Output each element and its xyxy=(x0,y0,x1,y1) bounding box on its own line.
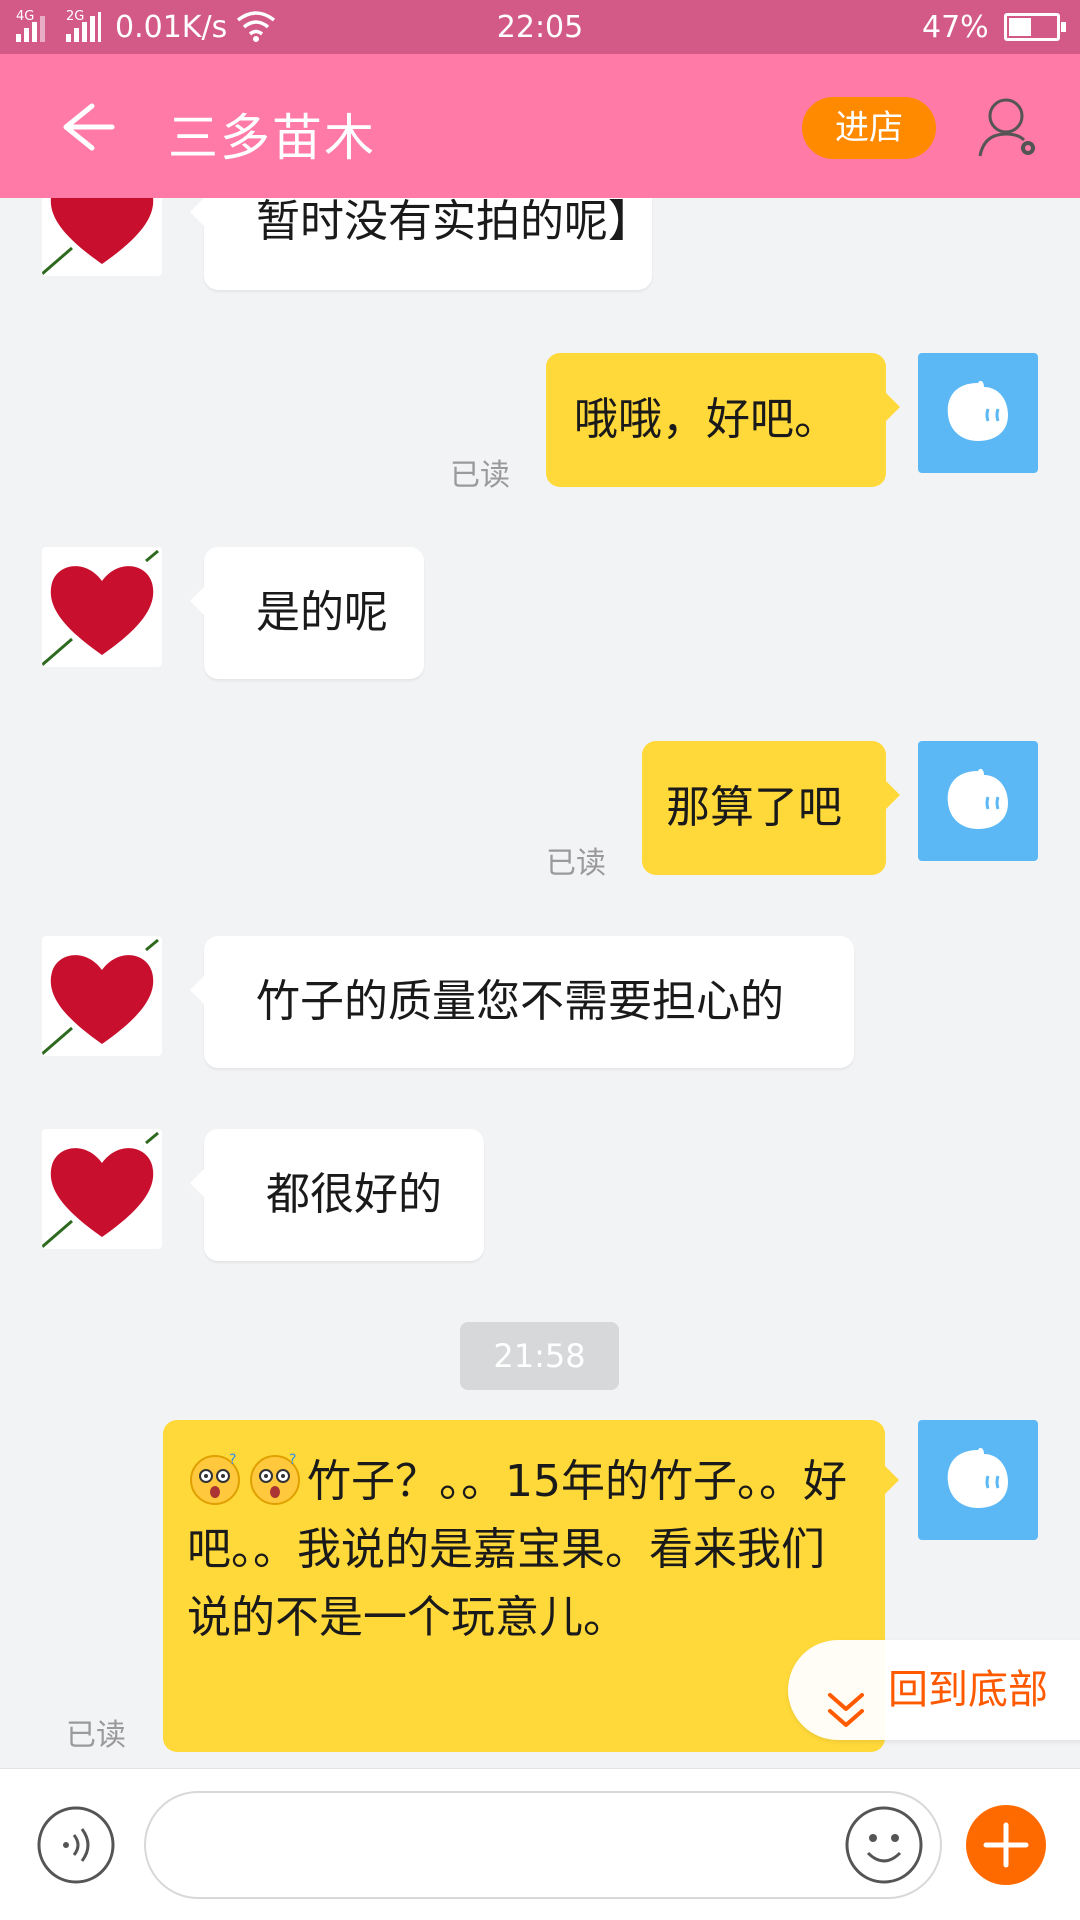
shop-avatar[interactable] xyxy=(42,936,162,1056)
message-bubble-outgoing[interactable]: 哦哦，好吧。 xyxy=(546,353,900,487)
clock: 22:05 xyxy=(496,10,584,45)
back-to-bottom-button[interactable]: 回到底部 xyxy=(788,1640,1080,1740)
dizzy-face-icon: ? xyxy=(247,1450,303,1506)
message-input[interactable] xyxy=(144,1791,942,1899)
add-icon[interactable] xyxy=(966,1805,1046,1885)
chat-header: 三多苗木 进店 xyxy=(0,54,1080,198)
read-receipt: 已读 xyxy=(546,846,606,881)
read-receipt: 已读 xyxy=(450,458,510,493)
message-text: 暂时没有实拍的呢】 xyxy=(256,198,652,247)
message-text: 竹子的质量您不需要担心的 xyxy=(256,976,784,1027)
voice-icon[interactable] xyxy=(36,1805,116,1885)
message-bubble-incoming[interactable]: 是的呢 xyxy=(190,547,424,679)
back-to-bottom-label: 回到底部 xyxy=(888,1667,1048,1713)
message-bubble-outgoing[interactable]: ? ? 竹子？。。15年的竹子。。好吧。。我说的是嘉宝果。看来我们说的不是一个玩… xyxy=(163,1420,899,1752)
emoji-icon[interactable] xyxy=(844,1805,924,1885)
message-bubble-incoming[interactable]: 都很好的 xyxy=(190,1129,484,1261)
chat-title: 三多苗木 xyxy=(168,109,376,167)
status-bar: 4G 2G 0.01K/s 22:05 47% xyxy=(0,0,1080,54)
my-avatar[interactable] xyxy=(918,741,1038,861)
timestamp-divider: 21:58 xyxy=(460,1322,619,1390)
shop-avatar[interactable] xyxy=(42,198,162,276)
shop-avatar[interactable] xyxy=(42,547,162,667)
message-bubble-outgoing[interactable]: 那算了吧 xyxy=(642,741,900,875)
message-list[interactable]: 暂时没有实拍的呢】 已读 哦哦，好吧。 是的呢 已读 那算了吧 竹子的质量您不需… xyxy=(0,198,1080,1768)
back-arrow-icon[interactable] xyxy=(50,92,120,162)
message-text: 都很好的 xyxy=(266,1169,442,1220)
battery-percent: 47% xyxy=(922,10,989,45)
message-text: 哦哦，好吧。 xyxy=(574,394,838,445)
message-bubble-incoming[interactable]: 暂时没有实拍的呢】 xyxy=(190,198,652,290)
double-chevron-down-icon xyxy=(824,1668,868,1727)
my-avatar[interactable] xyxy=(918,353,1038,473)
battery-icon xyxy=(1004,13,1066,41)
profile-settings-icon[interactable] xyxy=(976,94,1044,162)
svg-text:?: ? xyxy=(229,1452,236,1468)
svg-text:?: ? xyxy=(289,1452,296,1468)
input-bar xyxy=(0,1768,1080,1920)
read-receipt: 已读 xyxy=(66,1718,126,1753)
shop-avatar[interactable] xyxy=(42,1129,162,1249)
message-text: 是的呢 xyxy=(256,587,388,638)
enter-shop-button[interactable]: 进店 xyxy=(802,97,936,159)
dizzy-face-icon: ? xyxy=(187,1450,243,1506)
message-text: 那算了吧 xyxy=(666,782,842,833)
my-avatar[interactable] xyxy=(918,1420,1038,1540)
message-bubble-incoming[interactable]: 竹子的质量您不需要担心的 xyxy=(190,936,854,1068)
